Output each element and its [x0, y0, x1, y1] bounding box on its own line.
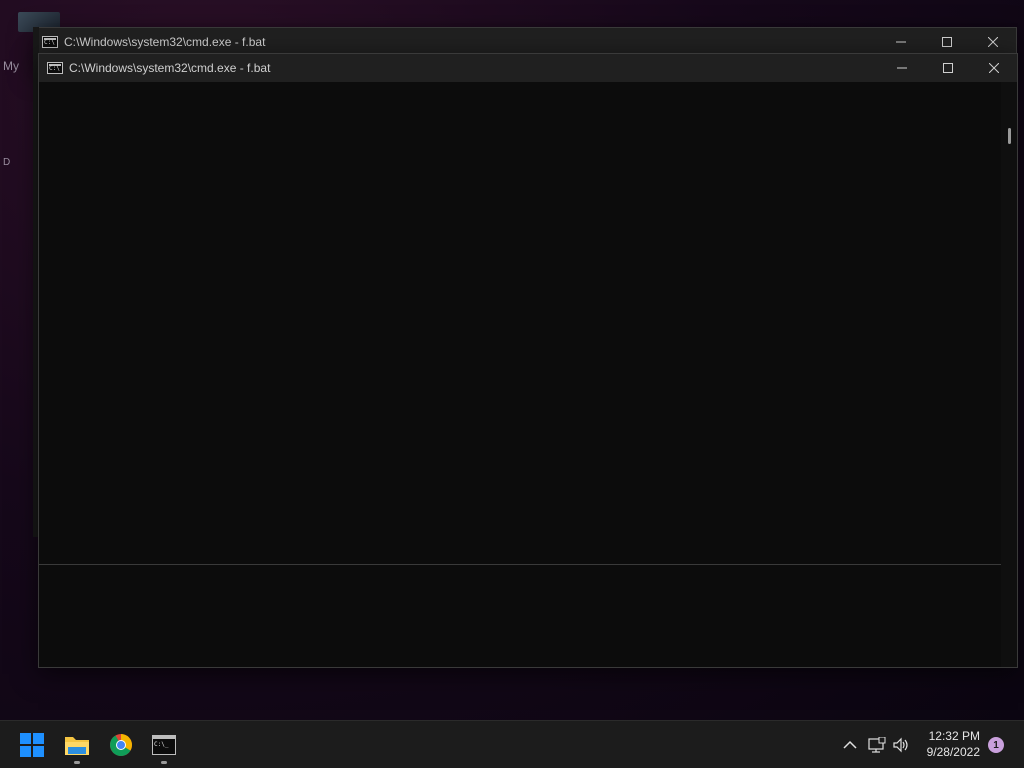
system-clock[interactable]: 12:32 PM 9/28/2022	[927, 728, 980, 760]
window-title: C:\Windows\system32\cmd.exe - f.bat	[64, 35, 266, 49]
taskbar-file-explorer[interactable]	[61, 729, 93, 764]
console-output[interactable]	[39, 82, 1001, 667]
titlebar[interactable]: C:\Windows\system32\cmd.exe - f.bat	[34, 28, 1016, 56]
close-button[interactable]	[971, 54, 1017, 82]
running-indicator	[74, 761, 80, 764]
console-divider	[39, 564, 1017, 565]
close-icon	[988, 37, 998, 47]
cmd-icon	[47, 62, 63, 74]
show-hidden-icons-button[interactable]	[840, 735, 860, 755]
minimize-icon	[897, 67, 907, 69]
windows-logo-icon	[20, 733, 44, 757]
close-icon	[989, 63, 999, 73]
volume-button[interactable]	[891, 735, 911, 755]
start-button[interactable]	[16, 729, 48, 761]
chrome-icon	[110, 734, 132, 756]
folder-icon	[65, 737, 89, 755]
taskbar-command-prompt[interactable]: C:\_	[148, 729, 180, 764]
close-button[interactable]	[970, 28, 1016, 56]
volume-icon	[893, 737, 908, 753]
taskbar-chrome[interactable]	[105, 729, 137, 761]
cmd-icon	[42, 36, 58, 48]
notification-badge[interactable]: 1	[988, 737, 1004, 753]
minimize-button[interactable]	[878, 28, 924, 56]
window-title: C:\Windows\system32\cmd.exe - f.bat	[69, 61, 271, 75]
svg-text:C:\_: C:\_	[154, 741, 169, 748]
cmd-window-active[interactable]: C:\Windows\system32\cmd.exe - f.bat	[38, 53, 1018, 668]
running-indicator	[161, 761, 167, 764]
network-button[interactable]	[867, 735, 887, 755]
network-icon	[868, 737, 886, 753]
scrollbar-thumb[interactable]	[1008, 128, 1011, 144]
maximize-button[interactable]	[924, 28, 970, 56]
terminal-icon: C:\_	[152, 735, 176, 755]
minimize-button[interactable]	[879, 54, 925, 82]
maximize-icon	[943, 63, 953, 73]
maximize-button[interactable]	[925, 54, 971, 82]
titlebar[interactable]: C:\Windows\system32\cmd.exe - f.bat	[39, 54, 1017, 82]
minimize-icon	[896, 41, 906, 43]
desktop-text: My	[3, 59, 19, 73]
vertical-scrollbar[interactable]	[1001, 82, 1017, 667]
desktop-text: D	[3, 157, 11, 168]
clock-time: 12:32 PM	[928, 729, 980, 743]
taskbar: C:\_ 12:32 PM 9/28/2022 1	[0, 720, 1024, 768]
chevron-up-icon	[843, 740, 857, 749]
clock-date: 9/28/2022	[926, 745, 980, 759]
maximize-icon	[942, 37, 952, 47]
